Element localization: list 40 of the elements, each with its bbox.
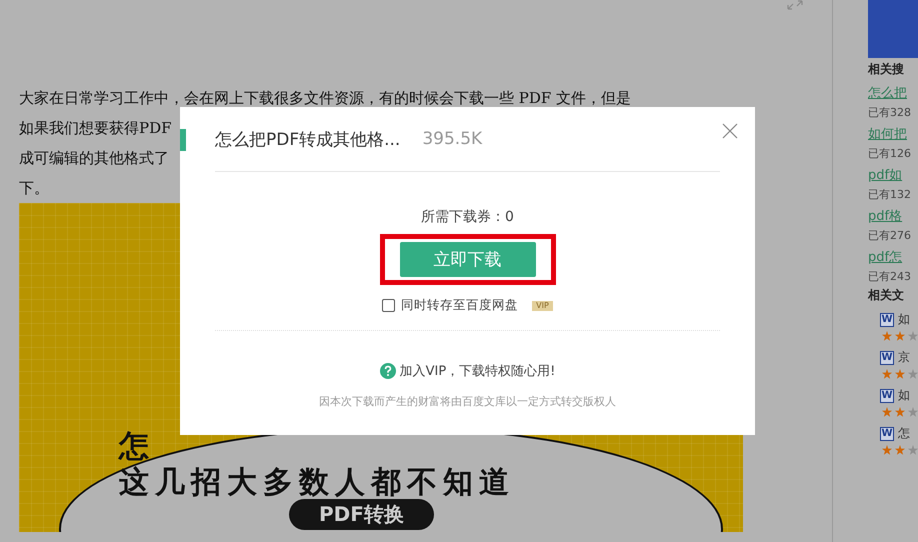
document-title: 怎么把PDF转成其他格...	[215, 128, 400, 150]
help-icon	[380, 363, 396, 379]
document-link[interactable]: 怎	[898, 425, 910, 442]
view-count: 已有126	[868, 146, 911, 161]
search-link[interactable]: pdf格	[868, 207, 902, 225]
word-document-icon: W	[880, 426, 894, 440]
poster-title: 怎	[119, 429, 156, 465]
document-link[interactable]: 如	[898, 387, 910, 404]
banner-image	[868, 0, 918, 58]
download-button[interactable]: 立即下载	[400, 242, 536, 277]
search-link[interactable]: 如何把	[868, 125, 907, 143]
search-link[interactable]: pdf如	[868, 166, 902, 184]
article-text: 大家在日常学习工作中，会在网上下载很多文件资源，有的时候会下载一些 PDF 文件，但是	[19, 88, 632, 109]
vip-tag: VIP	[532, 300, 553, 310]
view-count: 已有328	[868, 105, 911, 120]
coupon-cost: 所需下载券：0	[421, 208, 514, 226]
view-count: 已有132	[868, 187, 911, 202]
checkbox[interactable]	[382, 299, 396, 312]
poster-tag: PDF转换	[289, 499, 434, 530]
section-heading: 相关文	[868, 287, 905, 304]
article-text: 下。	[19, 178, 49, 199]
word-document-icon: W	[880, 312, 894, 326]
copyright-notice: 因本次下载而产生的财富将由百度文库以一定方式转交版权人	[319, 394, 616, 409]
search-link[interactable]: 怎么把	[868, 84, 907, 102]
view-count: 已有276	[868, 228, 911, 243]
section-heading: 相关搜	[868, 61, 905, 78]
word-document-icon: W	[880, 350, 894, 364]
view-count: 已有243	[868, 269, 911, 284]
checkbox-label[interactable]: 同时转存至百度网盘	[401, 297, 518, 314]
file-size: 395.5K	[422, 129, 482, 149]
article-text: 成可编辑的其他格式了	[19, 148, 169, 169]
search-link[interactable]: pdf怎	[868, 248, 902, 266]
accent-bar	[180, 129, 186, 151]
word-document-icon: W	[880, 388, 894, 402]
vip-promo: 加入VIP，下载特权随心用!	[400, 363, 556, 380]
close-icon[interactable]	[722, 123, 738, 139]
article-text: 如果我们想要获得PDF	[19, 118, 172, 139]
document-link[interactable]: 如	[898, 311, 910, 328]
poster-title: 这几招大多数人都不知道	[119, 465, 515, 501]
document-link[interactable]: 京	[898, 349, 910, 366]
